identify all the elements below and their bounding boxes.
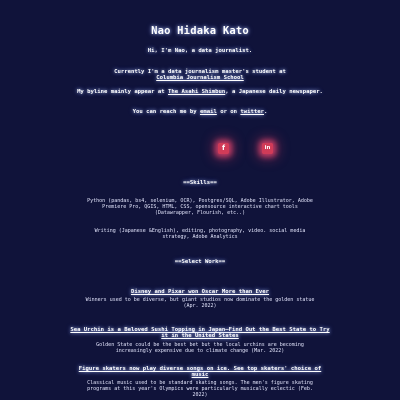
work-desc-disney: Winners used to be diverse, but giant st… (85, 297, 315, 309)
reach-middle: or on (216, 109, 241, 115)
email-link[interactable]: email (200, 109, 217, 115)
byline-suffix: , a Japanese daily newspaper. (225, 89, 323, 95)
page: Nao Hidaka Kato Hi, I'm Nao, a data jour… (0, 0, 400, 400)
greeting-text: Hi, I'm Nao, a data journalist. (147, 48, 253, 54)
facebook-glyph: f (221, 144, 226, 152)
skills-other: Writing (Japanese &English), editing, ph… (94, 228, 306, 240)
work-link-figure-skating[interactable]: Figure skaters now play diverse songs on… (70, 366, 330, 379)
facebook-icon[interactable]: f (218, 143, 229, 154)
reach-suffix: . (263, 109, 268, 115)
linkedin-glyph: in (264, 144, 271, 151)
byline-prefix: My byline mainly appear at (77, 89, 168, 95)
skills-technical: Python (pandas, bs4, selenium, OCR), Pos… (87, 198, 313, 216)
asahi-link[interactable]: The Asahi Shimbun (168, 89, 225, 95)
linkedin-icon[interactable]: in (262, 143, 273, 154)
reach-prefix: You can reach me by (132, 109, 200, 115)
work-link-sea-urchin[interactable]: Sea Urchin is a Beloved Sushi Topping in… (70, 327, 330, 340)
work-link-disney[interactable]: Disney and Pixar won Oscar More than Eve… (70, 289, 330, 295)
twitter-link[interactable]: twitter (240, 109, 264, 115)
student-text: Currently I'm a data journalism master's… (60, 69, 340, 82)
school-link[interactable]: Columbia Journalism School (156, 75, 244, 81)
contact-text: You can reach me by email or on twitter. (60, 109, 340, 115)
skills-heading: ==Skills== (183, 180, 217, 186)
byline-text: My byline mainly appear at The Asahi Shi… (60, 89, 340, 95)
work-desc-sea-urchin: Golden State could be the best bet but t… (96, 342, 304, 354)
work-heading: ==Select Work== (174, 259, 226, 265)
work-desc-figure-skating: Classical music used to be standard skat… (87, 380, 313, 398)
page-title: Nao Hidaka Kato (151, 25, 249, 37)
